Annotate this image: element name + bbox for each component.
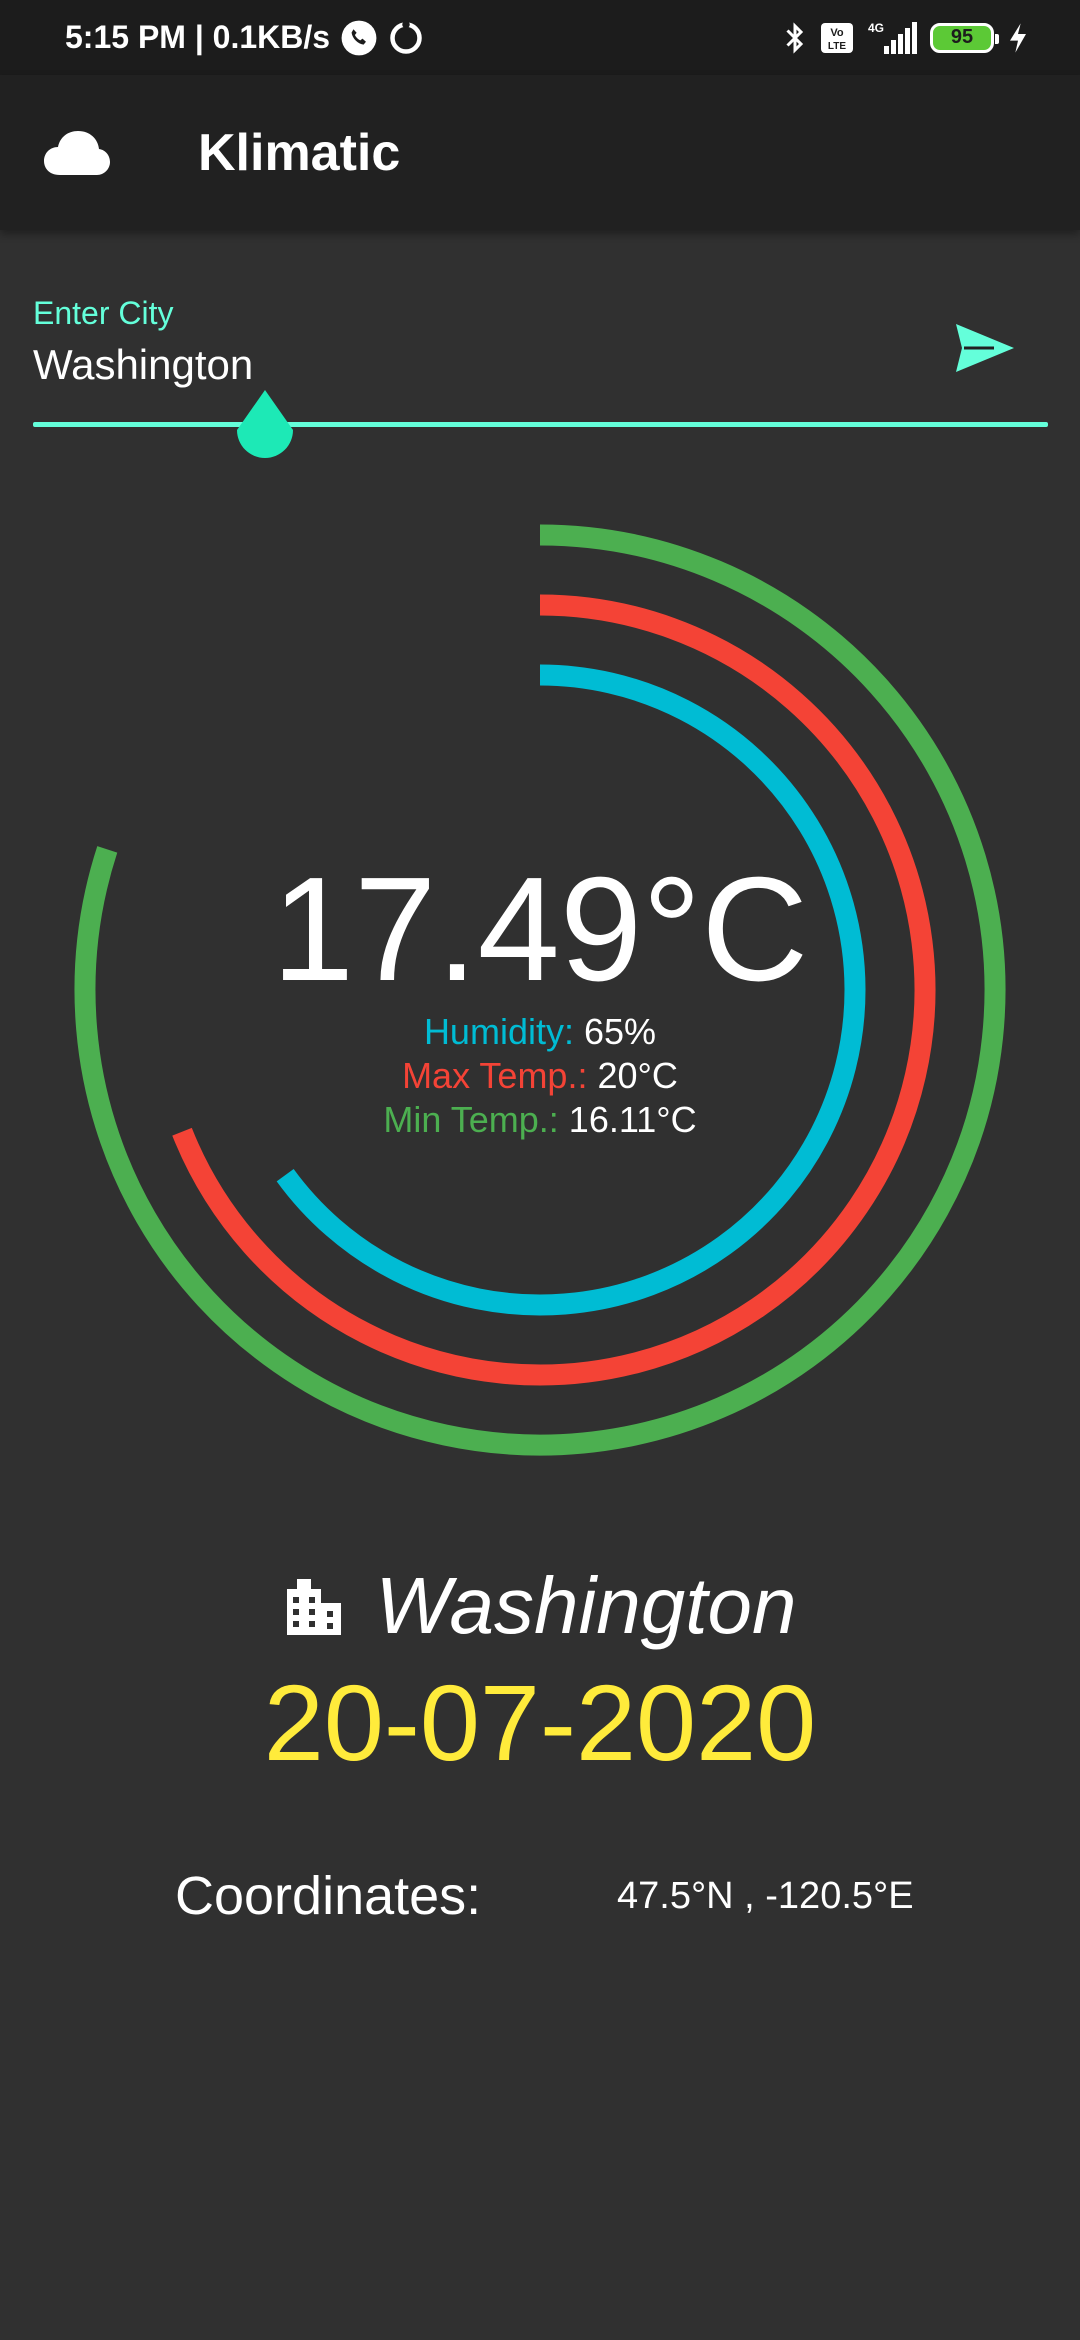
max-temp-line: Max Temp.: 20°C [0,1054,1080,1098]
max-temp-value: 20°C [597,1055,678,1096]
battery-icon: 95 [930,22,999,53]
max-temp-label: Max Temp.: [402,1055,588,1096]
sync-ring-icon [390,20,422,54]
svg-text:Vo: Vo [830,27,844,39]
city-row: Washington [0,1560,1080,1652]
charging-icon [1010,22,1026,53]
input-underline [33,422,1048,427]
app-bar: Klimatic [0,75,1080,230]
coordinates-label: Coordinates: [175,1866,482,1926]
text-cursor-handle[interactable] [233,390,297,465]
min-temp-value: 16.11°C [568,1099,697,1140]
status-left: 5:15 PM | 0.1KB/s [65,19,424,57]
bluetooth-icon [786,21,804,54]
current-temperature: 17.49°C [271,847,809,1012]
volte-icon: Vo LTE [821,22,853,53]
svg-text:LTE: LTE [828,41,846,52]
city-building-icon [287,1579,342,1635]
city-search-field[interactable]: Enter City [33,295,1048,458]
status-bar: 5:15 PM | 0.1KB/s Vo LTE 4G 95 [0,0,1080,75]
coordinates-value: 47.5°N , -120.5°E [617,1875,914,1917]
cloud-icon [42,118,112,188]
humidity-label: Humidity: [423,1011,574,1052]
app-title: Klimatic [198,123,401,182]
city-input[interactable] [33,335,933,395]
svg-text:4G: 4G [868,21,884,35]
humidity-line: Humidity: 65% [0,1010,1080,1054]
send-button[interactable] [948,315,1022,380]
status-time-speed: 5:15 PM | 0.1KB/s [65,19,331,55]
phone-call-icon [341,20,377,55]
send-icon [956,323,1014,372]
city-name: Washington [375,1561,797,1650]
min-temp-label: Min Temp.: [383,1099,559,1140]
weather-date: 20-07-2020 [263,1662,817,1783]
status-right: Vo LTE 4G 95 [782,20,1030,56]
humidity-value: 65% [583,1011,657,1052]
city-input-label: Enter City [33,295,174,331]
weather-center-info: 17.49°C Humidity: 65% Max Temp.: 20°C Mi… [0,850,1080,1142]
min-temp-line: Min Temp.: 16.11°C [0,1098,1080,1142]
signal-4g-icon: 4G [868,21,917,54]
battery-level: 95 [950,26,974,48]
